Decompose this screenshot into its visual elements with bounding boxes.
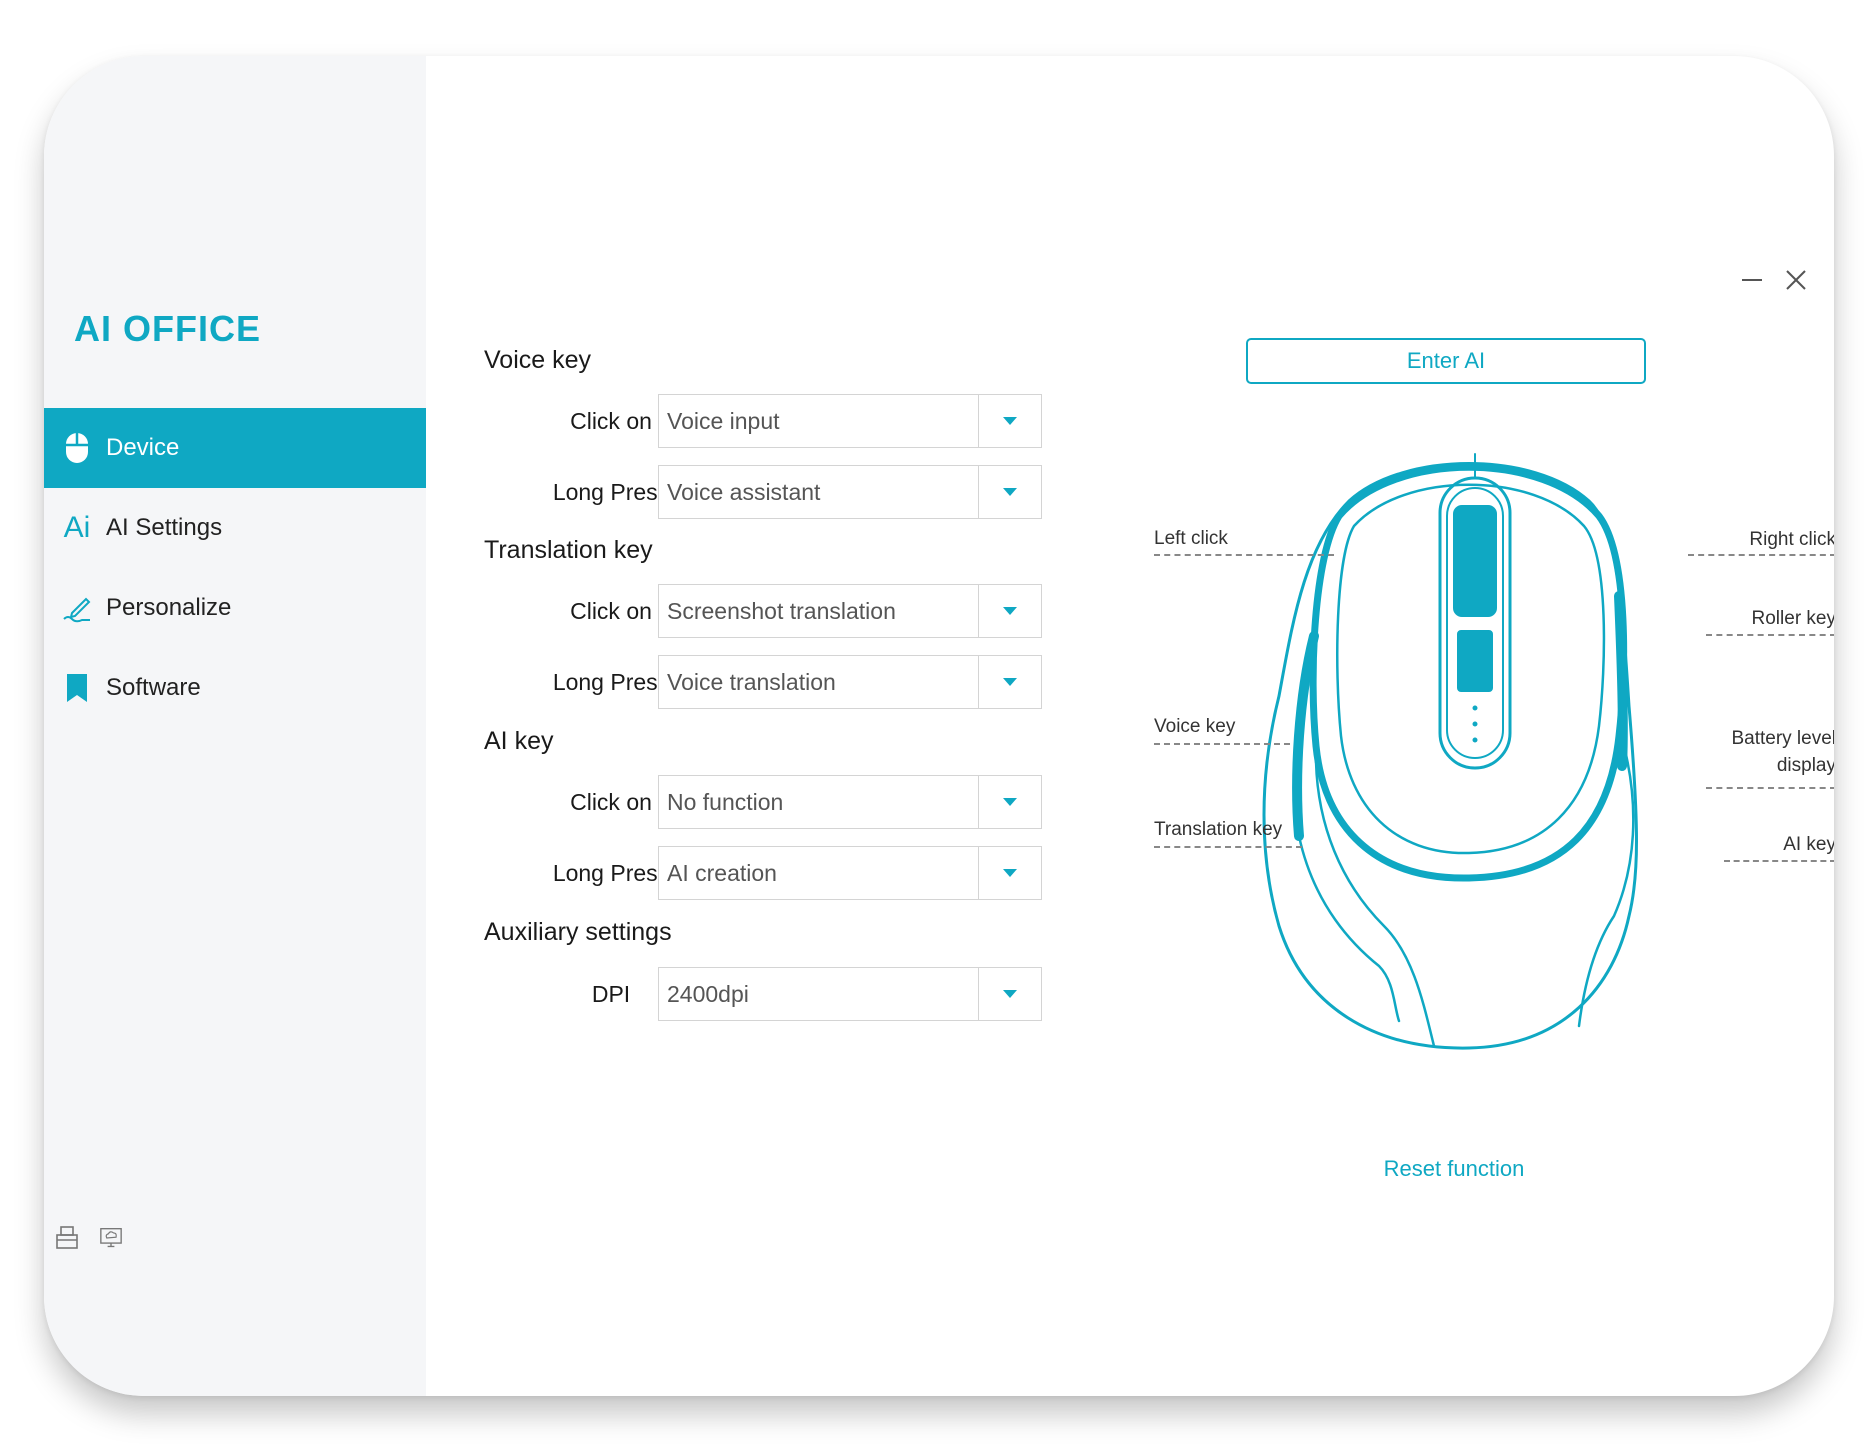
chevron-down-icon[interactable] (978, 395, 1041, 447)
sidebar-item-personalize[interactable]: Personalize (44, 568, 426, 648)
sidebar-footer (56, 1226, 122, 1250)
select-value: No function (667, 788, 784, 815)
callout-line (1724, 860, 1834, 862)
translation-long-select[interactable]: Voice translation (658, 655, 1042, 709)
chevron-down-icon[interactable] (978, 968, 1041, 1020)
callout-roller-key: Roller key (1751, 608, 1834, 629)
chevron-down-icon[interactable] (978, 585, 1041, 637)
chevron-down-icon[interactable] (978, 776, 1041, 828)
callout-line (1706, 787, 1834, 789)
select-value: 2400dpi (667, 980, 749, 1007)
auxiliary-title: Auxiliary settings (484, 918, 672, 946)
app-logo: AI OFFICE (74, 308, 261, 349)
voice-click-select[interactable]: Voice input (658, 394, 1042, 448)
ai-key-title: AI key (484, 727, 554, 755)
mouse-icon (56, 432, 98, 464)
chevron-down-icon[interactable] (978, 466, 1041, 518)
callout-ai-key: AI key (1783, 834, 1834, 855)
callout-translation-key: Translation key (1154, 819, 1283, 840)
callout-line (1706, 634, 1834, 636)
callout-left-click: Left click (1154, 528, 1228, 549)
callout-line (1154, 743, 1290, 745)
select-value: Voice assistant (667, 478, 821, 505)
app-window: AI OFFICE Device Ai AI Settings Personal… (44, 56, 1834, 1396)
bookmark-icon (56, 673, 98, 703)
callout-voice-key: Voice key (1154, 716, 1236, 737)
select-value: Voice input (667, 407, 780, 434)
chevron-down-icon[interactable] (978, 847, 1041, 899)
mouse-illustration (1262, 453, 1638, 1050)
sidebar-item-label: Personalize (106, 594, 232, 621)
callout-line (1688, 554, 1834, 556)
ai-long-select[interactable]: AI creation (658, 846, 1042, 900)
sidebar-item-label: AI Settings (106, 514, 223, 541)
translation-click-select[interactable]: Screenshot translation (658, 584, 1042, 638)
ai-icon: Ai (63, 511, 91, 544)
reset-function-link[interactable]: Reset function (1344, 1156, 1564, 1182)
callout-battery-line1: Battery level (1731, 728, 1834, 749)
enter-ai-button[interactable]: Enter AI (1246, 338, 1646, 384)
callout-line (1154, 554, 1334, 556)
voice-long-select[interactable]: Voice assistant (658, 465, 1042, 519)
minimize-icon[interactable] (1736, 264, 1768, 296)
dpi-select[interactable]: 2400dpi (658, 967, 1042, 1021)
sidebar-item-ai-settings[interactable]: Ai AI Settings (44, 488, 426, 568)
voice-key-title: Voice key (484, 346, 592, 374)
callout-line (1154, 846, 1302, 848)
cloud-monitor-icon[interactable] (100, 1226, 122, 1250)
select-value: Screenshot translation (667, 597, 896, 624)
translation-key-title: Translation key (484, 536, 653, 564)
sidebar-item-label: Device (106, 434, 180, 461)
select-value: Voice translation (667, 668, 836, 695)
pen-icon (56, 593, 98, 623)
ai-click-select[interactable]: No function (658, 775, 1042, 829)
sidebar-item-label: Software (106, 674, 201, 701)
chevron-down-icon[interactable] (978, 656, 1041, 708)
printer-icon[interactable] (56, 1226, 78, 1250)
close-icon[interactable] (1780, 264, 1812, 296)
callout-battery-line2: display (1776, 755, 1834, 776)
callout-right-click: Right click (1749, 529, 1834, 550)
sidebar-item-software[interactable]: Software (44, 648, 426, 728)
sidebar-item-device[interactable]: Device (44, 408, 426, 488)
sidebar: AI OFFICE Device Ai AI Settings Personal… (44, 56, 426, 1396)
select-value: AI creation (667, 859, 777, 886)
